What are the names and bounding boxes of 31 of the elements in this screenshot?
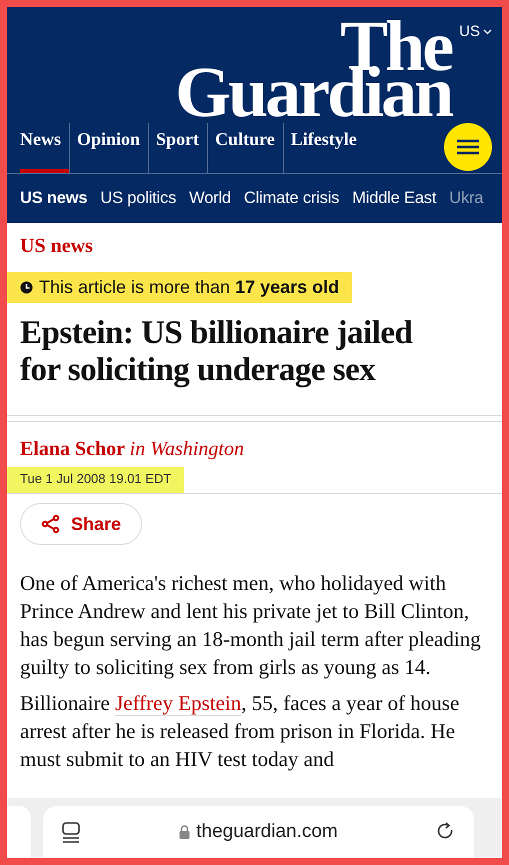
subnav-link[interactable]: Ukra (449, 189, 484, 208)
publish-date: Tue 1 Jul 2008 19.01 EDT (7, 467, 184, 493)
pillar-tab[interactable]: News (20, 123, 69, 173)
byline[interactable]: Elana Schor in Washington (20, 438, 489, 461)
clock-icon (20, 281, 33, 294)
age-notice-text: This article is more than 17 years old (39, 277, 340, 298)
lock-icon (179, 825, 190, 839)
section-label[interactable]: US news (20, 235, 93, 258)
chevron-icon (483, 28, 492, 34)
url-text: theguardian.com (196, 821, 338, 843)
subnav-link[interactable]: US news (20, 189, 88, 208)
headline: Epstein: US billionaire jailed for soliciting underage sex (20, 315, 414, 389)
pillar-tab[interactable]: Culture (207, 123, 283, 173)
subnav-link[interactable]: World (189, 189, 231, 208)
subnav-link[interactable]: US politics (100, 189, 176, 208)
pillar-tab[interactable]: Opinion (69, 123, 148, 173)
subnav-link[interactable]: Middle East (352, 189, 436, 208)
article-paragraph: One of America's richest men, who holidayed with Prince Andrew and lent his private jet to Bill Clinton, has begun serving an 18-month jail term after pleading guilty to soliciting sex from girls as young as 14. (20, 570, 482, 681)
share-button[interactable]: Share (20, 503, 142, 545)
address-bar[interactable]: theguardian.com (43, 806, 474, 858)
menu-button[interactable] (444, 123, 492, 171)
share-icon (41, 514, 61, 534)
edition-selector[interactable]: US (459, 23, 492, 40)
article-paragraph: Billionaire Jeffrey Epstein, 55, faces a year of house arrest after he is released from prison in Florida. He must submit to an HIV test today and (20, 690, 460, 773)
tabs-icon (61, 821, 81, 843)
subnav-link[interactable]: Climate crisis (244, 189, 340, 208)
menu-icon (456, 139, 480, 155)
guardian-logo[interactable]: The Guardian (175, 19, 452, 115)
pillar-tab[interactable]: Lifestyle (282, 123, 365, 173)
article-link[interactable]: Jeffrey Epstein (115, 691, 242, 716)
pillar-tab[interactable]: Sport (148, 123, 208, 173)
